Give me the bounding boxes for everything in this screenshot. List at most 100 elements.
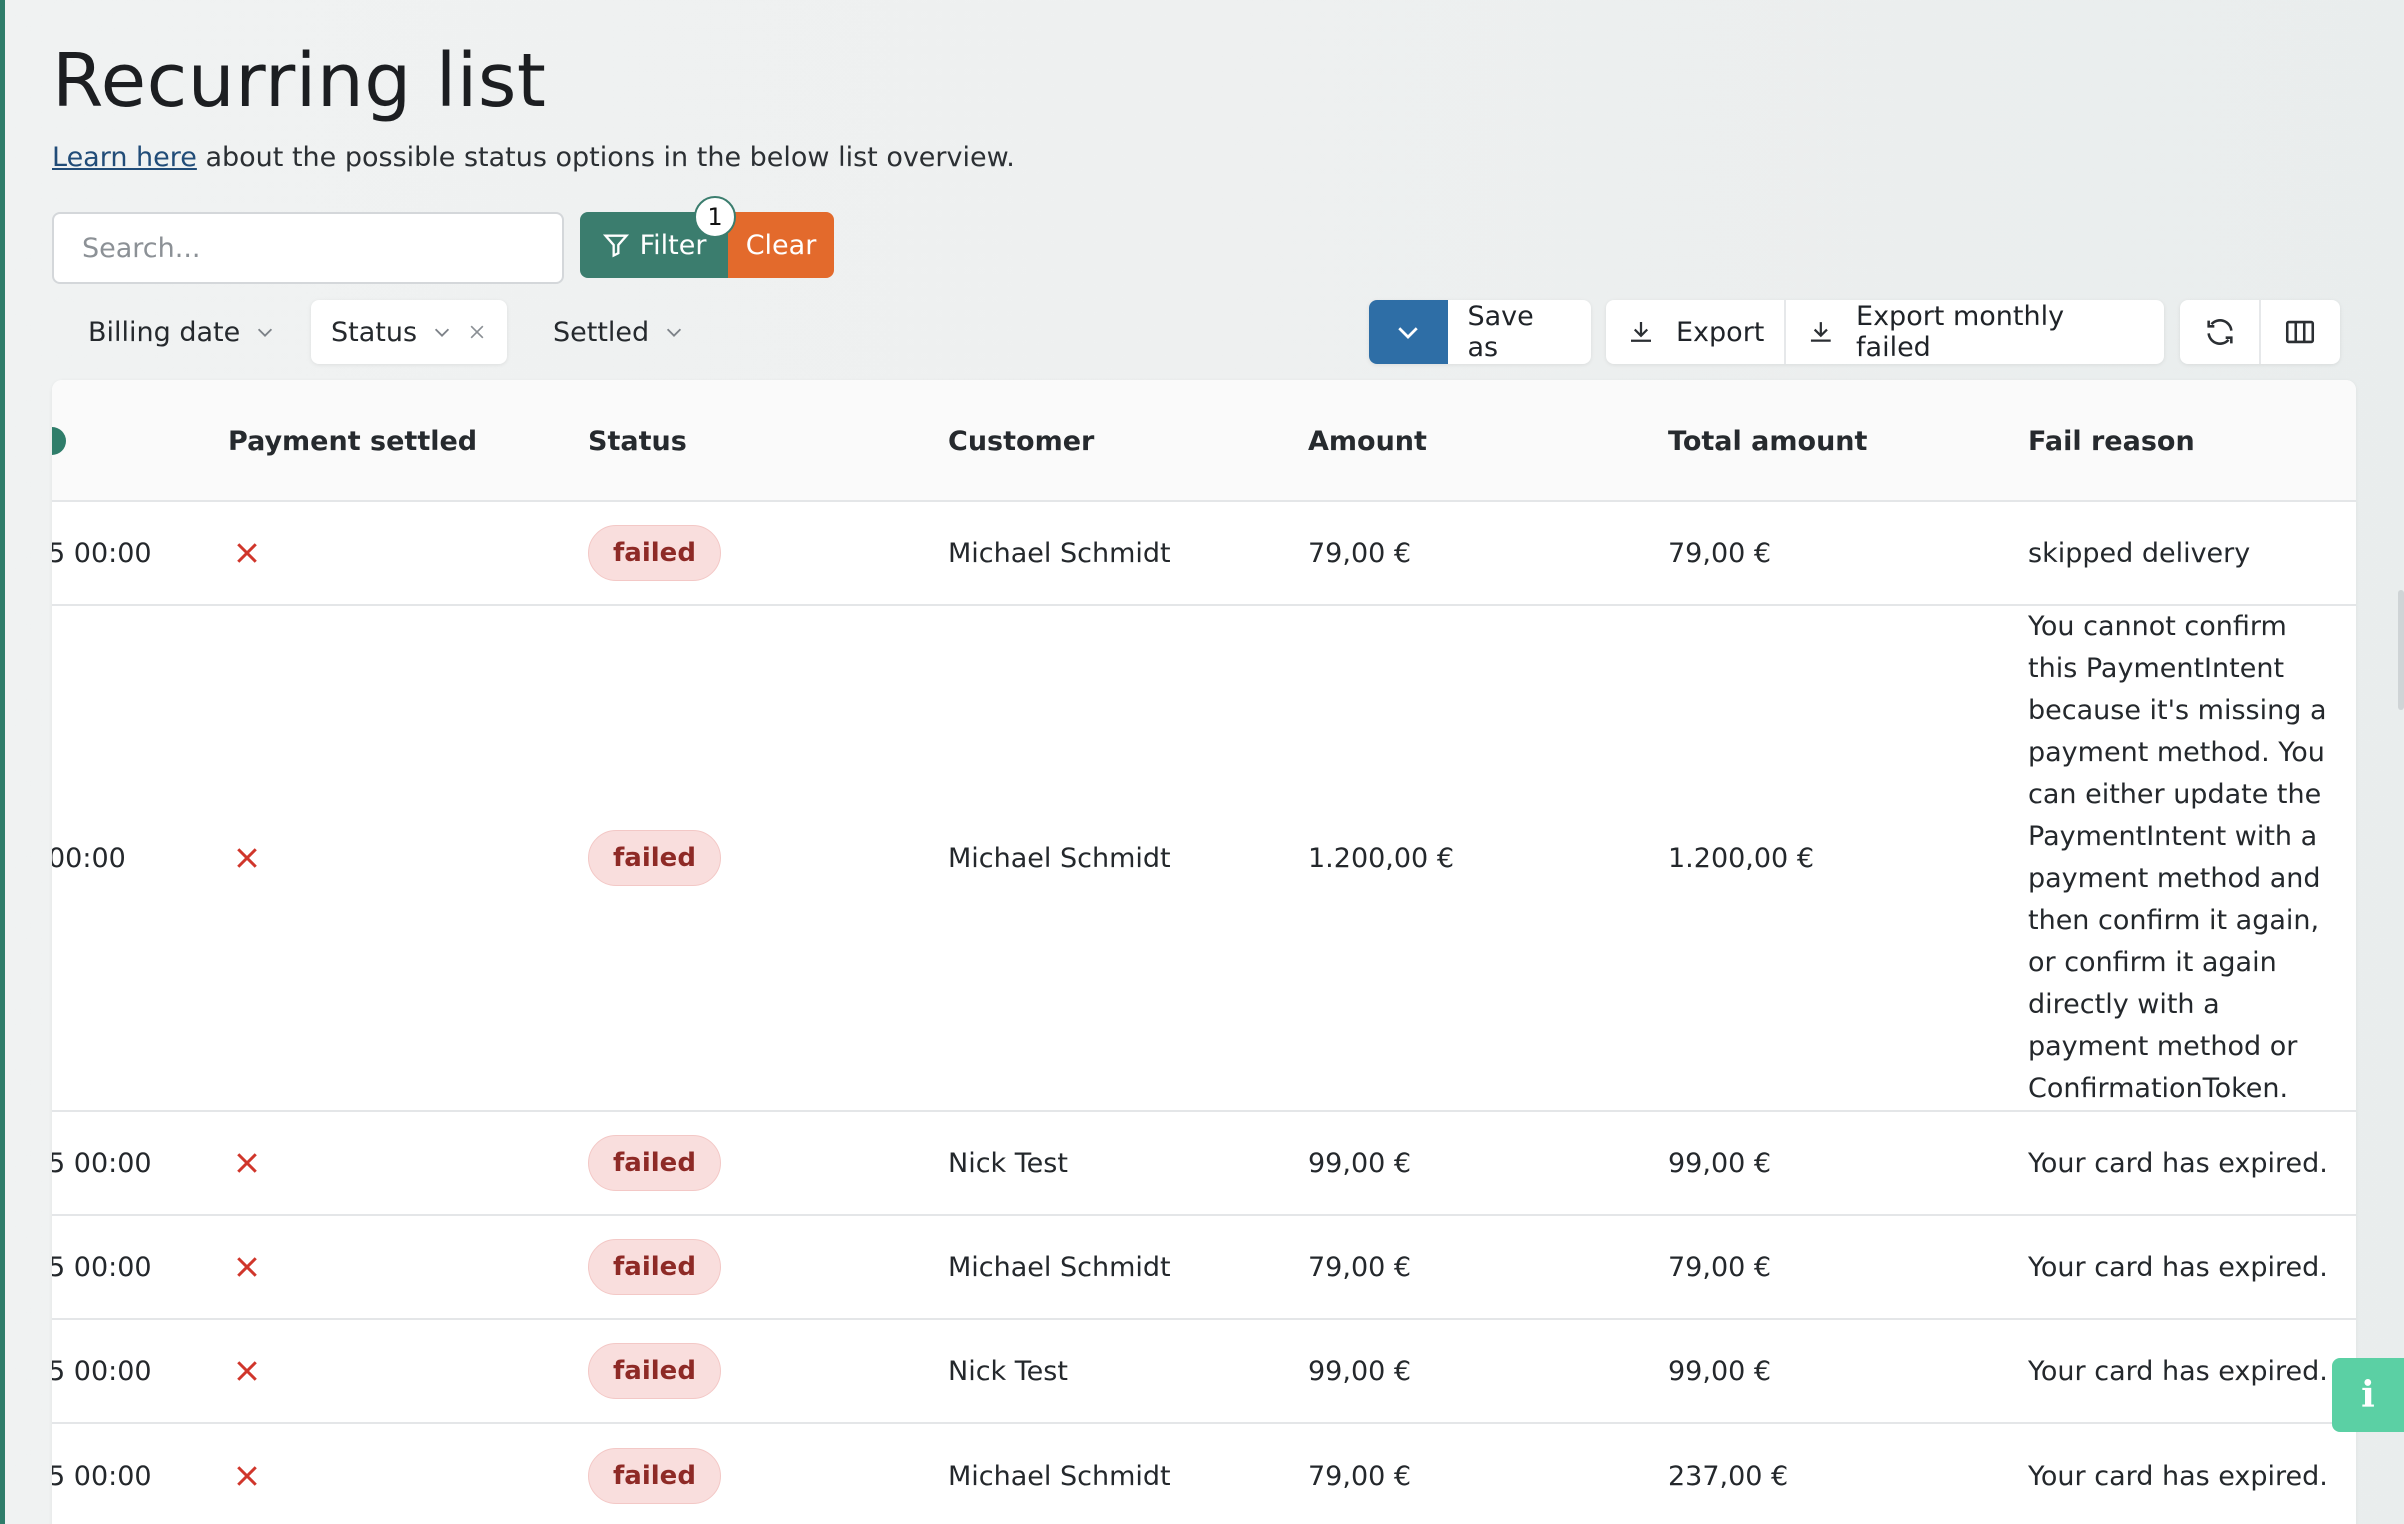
total-amount-cell: 79,00 € xyxy=(1668,537,1772,569)
chip-settled[interactable]: Settled xyxy=(533,300,705,364)
table-tools-group xyxy=(2180,300,2340,364)
total-amount-cell: 79,00 € xyxy=(1668,1251,1772,1283)
chevron-down-icon xyxy=(667,328,682,337)
chip-billing-date[interactable]: Billing date xyxy=(68,300,296,364)
status-cell: failed xyxy=(588,606,721,1110)
amount-cell: 79,00 € xyxy=(1308,1251,1412,1283)
amount-cell: 99,00 € xyxy=(1308,1355,1412,1387)
info-button[interactable]: i xyxy=(2332,1358,2404,1432)
amount-cell: 1.200,00 € xyxy=(1308,842,1454,874)
fail-reason-cell: You cannot confirm this PaymentIntent be… xyxy=(2028,606,2328,1110)
page-scrollbar[interactable] xyxy=(2398,590,2404,710)
filter-count-badge: 1 xyxy=(694,196,736,238)
x-mark-icon xyxy=(237,1466,257,1486)
x-mark-icon xyxy=(237,1257,257,1277)
export-monthly-failed-label: Export monthly failed xyxy=(1856,301,2065,363)
fail-reason-cell: Your card has expired. xyxy=(2028,1147,2328,1179)
table-row[interactable]: 5 00:00 failed Nick Test 99,00 € 99,00 €… xyxy=(52,1320,2356,1424)
table-header: Payment settled Status Customer Amount T… xyxy=(52,380,2356,502)
clear-button[interactable]: Clear xyxy=(728,212,834,278)
payment-settled-cell xyxy=(232,1216,262,1318)
funnel-icon xyxy=(602,234,629,258)
customer-cell: Michael Schmidt xyxy=(948,1251,1171,1283)
customer-cell: Michael Schmidt xyxy=(948,1460,1171,1492)
chip-settled-label: Settled xyxy=(553,316,650,348)
column-header-total-amount[interactable]: Total amount xyxy=(1668,380,1867,502)
billing-date-cell: 5 00:00 xyxy=(52,1460,152,1492)
payment-settled-cell xyxy=(232,1320,262,1422)
info-icon: i xyxy=(2361,1374,2375,1416)
billing-date-cell: 5 00:00 xyxy=(52,1147,152,1179)
refresh-button[interactable] xyxy=(2180,300,2259,364)
save-as-dropdown-button[interactable] xyxy=(1369,300,1448,364)
table-row[interactable]: 5 00:00 failed Michael Schmidt 79,00 € 7… xyxy=(52,1216,2356,1320)
close-icon[interactable] xyxy=(467,322,487,342)
payment-settled-cell xyxy=(232,502,262,604)
fail-reason-text: You cannot confirm this PaymentIntent be… xyxy=(2028,611,2327,1104)
fail-reason-cell: skipped delivery xyxy=(2028,537,2251,569)
customer-cell: Nick Test xyxy=(948,1147,1068,1179)
status-cell: failed xyxy=(588,1112,721,1214)
status-badge: failed xyxy=(588,1135,721,1191)
x-mark-icon xyxy=(237,848,257,868)
table-row[interactable]: 5 00:00 failed Nick Test 99,00 € 99,00 €… xyxy=(52,1112,2356,1216)
export-group: Export Export monthly failed xyxy=(1606,300,2164,364)
filter-label: Filter xyxy=(639,229,707,261)
payment-settled-cell xyxy=(232,606,262,1110)
refresh-icon xyxy=(2206,319,2233,345)
total-amount-cell: 1.200,00 € xyxy=(1668,842,1814,874)
x-mark-icon xyxy=(237,1361,257,1381)
status-badge: failed xyxy=(588,1239,721,1295)
table-row[interactable]: 00:00 failed Michael Schmidt 1.200,00 € … xyxy=(52,606,2356,1112)
billing-date-cell: 5 00:00 xyxy=(52,1251,152,1283)
download-icon xyxy=(1631,322,1651,342)
x-mark-icon xyxy=(237,1153,257,1173)
amount-cell: 99,00 € xyxy=(1308,1147,1412,1179)
left-accent-bar xyxy=(0,0,5,1524)
status-badge: failed xyxy=(588,1343,721,1399)
page-title: Recurring list xyxy=(52,38,547,124)
columns-icon xyxy=(2286,320,2315,344)
subtitle-text: about the possible status options in the… xyxy=(196,142,1015,173)
search-input[interactable] xyxy=(52,212,564,284)
column-header-payment-settled[interactable]: Payment settled xyxy=(228,380,477,502)
fail-reason-cell: Your card has expired. xyxy=(2028,1355,2328,1387)
column-header-customer[interactable]: Customer xyxy=(948,380,1094,502)
amount-cell: 79,00 € xyxy=(1308,1460,1412,1492)
status-cell: failed xyxy=(588,502,721,604)
status-badge: failed xyxy=(588,1448,721,1504)
export-monthly-failed-button[interactable]: Export monthly failed xyxy=(1786,300,2164,364)
total-amount-cell: 237,00 € xyxy=(1668,1460,1789,1492)
columns-button[interactable] xyxy=(2261,300,2340,364)
column-header-fail-reason[interactable]: Fail reason xyxy=(2028,380,2195,502)
download-icon xyxy=(1811,322,1832,342)
payment-settled-cell xyxy=(232,1112,262,1214)
chip-status-label: Status xyxy=(331,316,418,348)
fail-reason-cell: Your card has expired. xyxy=(2028,1460,2328,1492)
column-header-status[interactable]: Status xyxy=(588,380,687,502)
billing-date-cell: 00:00 xyxy=(52,842,126,874)
select-all-indicator[interactable] xyxy=(52,427,66,455)
save-as-group: Save as xyxy=(1369,300,1591,364)
billing-date-cell: 5 00:00 xyxy=(52,537,152,569)
save-as-button[interactable]: Save as xyxy=(1448,301,1592,363)
x-mark-icon xyxy=(237,543,257,563)
amount-cell: 79,00 € xyxy=(1308,537,1412,569)
payment-settled-cell xyxy=(232,1424,262,1524)
billing-date-cell: 5 00:00 xyxy=(52,1355,152,1387)
chevron-down-icon xyxy=(1398,327,1418,339)
chevron-down-icon xyxy=(434,328,450,337)
table-row[interactable]: 5 00:00 failed Michael Schmidt 79,00 € 2… xyxy=(52,1424,2356,1524)
status-badge: failed xyxy=(588,525,721,581)
status-badge: failed xyxy=(588,830,721,886)
export-button[interactable]: Export xyxy=(1606,300,1784,364)
table-row[interactable]: 5 00:00 failed Michael Schmidt 79,00 € 7… xyxy=(52,502,2356,606)
page-subtitle: Learn here about the possible status opt… xyxy=(52,142,1015,173)
status-cell: failed xyxy=(588,1424,721,1524)
column-header-amount[interactable]: Amount xyxy=(1308,380,1427,502)
learn-here-link[interactable]: Learn here xyxy=(52,142,197,173)
status-cell: failed xyxy=(588,1320,721,1422)
total-amount-cell: 99,00 € xyxy=(1668,1147,1772,1179)
recurring-table: Payment settled Status Customer Amount T… xyxy=(52,380,2356,1524)
chip-status[interactable]: Status xyxy=(311,300,508,364)
